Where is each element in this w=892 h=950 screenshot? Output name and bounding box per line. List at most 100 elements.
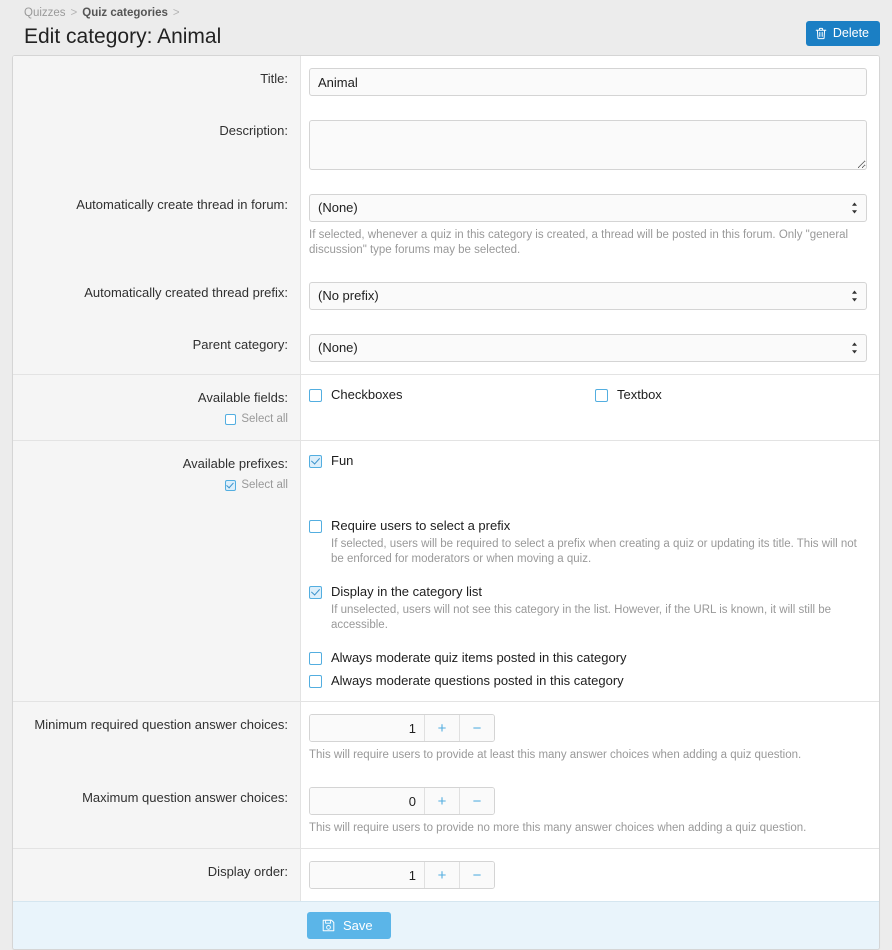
- option-require-prefix: Require users to select a prefix If sele…: [309, 518, 867, 567]
- option-display-in-list-label: Display in the category list: [331, 584, 482, 600]
- available-prefix-fun[interactable]: Fun: [309, 453, 867, 469]
- help-min-answer-choices: This will require users to provide at le…: [309, 748, 867, 763]
- field-description: [301, 108, 879, 182]
- row-max-answer-choices: Maximum question answer choices: + − Thi…: [13, 775, 879, 848]
- parent-category-select[interactable]: (None): [309, 334, 867, 362]
- field-parent-category: (None): [301, 322, 879, 374]
- row-category-options: Require users to select a prefix If sele…: [13, 506, 879, 701]
- available-prefixes-label-text: Available prefixes:: [27, 455, 288, 472]
- auto-thread-forum-select[interactable]: (None): [309, 194, 867, 222]
- label-parent-category: Parent category:: [13, 322, 301, 374]
- page-title: Edit category: Animal: [12, 24, 880, 50]
- display-order-input[interactable]: [310, 862, 424, 888]
- label-category-options: [13, 506, 301, 701]
- label-available-fields: Available fields: Select all: [13, 375, 301, 440]
- title-input[interactable]: [309, 68, 867, 96]
- option-moderate-questions-label: Always moderate questions posted in this…: [331, 673, 624, 689]
- display-order-stepper: + −: [309, 861, 495, 889]
- label-title: Title:: [13, 56, 301, 108]
- available-fields-label-text: Available fields:: [27, 389, 288, 406]
- available-prefixes-checkbox-group: Fun: [309, 453, 867, 469]
- min-answer-choices-input[interactable]: [310, 715, 424, 741]
- save-button-label: Save: [343, 919, 373, 932]
- max-answer-choices-stepper: + −: [309, 787, 495, 815]
- available-field-checkboxes[interactable]: Checkboxes: [309, 387, 595, 403]
- row-auto-thread-forum: Automatically create thread in forum: (N…: [13, 182, 879, 270]
- available-prefixes-select-all[interactable]: Select all: [27, 477, 288, 494]
- row-display-order: Display order: + −: [13, 848, 879, 901]
- page-header: Quizzes>Quiz categories> Edit category: …: [0, 0, 892, 55]
- field-min-answer-choices: + − This will require users to provide a…: [301, 702, 879, 775]
- max-answer-choices-increment[interactable]: +: [424, 788, 459, 814]
- help-require-prefix: If selected, users will be required to s…: [331, 537, 867, 567]
- option-moderate-questions[interactable]: Always moderate questions posted in this…: [309, 673, 867, 689]
- checkbox-available-field-0[interactable]: [309, 389, 322, 402]
- help-auto-thread-forum: If selected, whenever a quiz in this cat…: [309, 228, 867, 258]
- row-available-fields: Available fields: Select all Checkboxes …: [13, 374, 879, 440]
- label-min-answer-choices: Minimum required question answer choices…: [13, 702, 301, 775]
- available-prefixes-select-all-label: Select all: [241, 477, 288, 494]
- help-display-in-list: If unselected, users will not see this c…: [331, 603, 867, 633]
- min-answer-choices-decrement[interactable]: −: [459, 715, 494, 741]
- description-textarea[interactable]: [309, 120, 867, 170]
- breadcrumb-item-quiz-categories[interactable]: Quiz categories: [82, 7, 168, 19]
- form-body: Title: Description: Automatically create…: [13, 56, 879, 901]
- breadcrumb-separator-2: >: [173, 7, 180, 19]
- available-field-label-1: Textbox: [617, 387, 662, 403]
- available-fields-select-all-label: Select all: [241, 411, 288, 428]
- max-answer-choices-decrement[interactable]: −: [459, 788, 494, 814]
- row-available-prefixes: Available prefixes: Select all Fun: [13, 440, 879, 506]
- label-auto-thread-forum: Automatically create thread in forum:: [13, 182, 301, 270]
- label-max-answer-choices: Maximum question answer choices:: [13, 775, 301, 848]
- help-max-answer-choices: This will require users to provide no mo…: [309, 821, 867, 836]
- label-available-prefixes: Available prefixes: Select all: [13, 441, 301, 506]
- label-auto-thread-prefix: Automatically created thread prefix:: [13, 270, 301, 322]
- available-prefixes-select-all-checkbox[interactable]: [225, 480, 236, 491]
- option-moderate-quiz-items[interactable]: Always moderate quiz items posted in thi…: [309, 650, 867, 666]
- breadcrumb: Quizzes>Quiz categories>: [12, 6, 880, 20]
- save-disk-icon: [322, 919, 335, 932]
- row-description: Description:: [13, 108, 879, 182]
- display-order-decrement[interactable]: −: [459, 862, 494, 888]
- label-description: Description:: [13, 108, 301, 182]
- min-answer-choices-stepper: + −: [309, 714, 495, 742]
- form-footer: Save: [13, 901, 879, 949]
- available-field-label-0: Checkboxes: [331, 387, 403, 403]
- edit-category-form: Title: Description: Automatically create…: [12, 55, 880, 950]
- checkbox-moderate-quiz-items[interactable]: [309, 652, 322, 665]
- field-auto-thread-forum: (None) If selected, whenever a quiz in t…: [301, 182, 879, 270]
- available-prefix-label-0: Fun: [331, 453, 353, 469]
- available-field-textbox[interactable]: Textbox: [595, 387, 880, 403]
- auto-thread-prefix-select[interactable]: (No prefix): [309, 282, 867, 310]
- field-display-order: + −: [301, 849, 879, 901]
- row-auto-thread-prefix: Automatically created thread prefix: (No…: [13, 270, 879, 322]
- field-available-prefixes: Fun: [301, 441, 879, 506]
- checkbox-require-prefix[interactable]: [309, 520, 322, 533]
- max-answer-choices-input[interactable]: [310, 788, 424, 814]
- label-display-order: Display order:: [13, 849, 301, 901]
- delete-button-label: Delete: [833, 27, 869, 40]
- row-parent-category: Parent category: (None): [13, 322, 879, 374]
- available-fields-select-all[interactable]: Select all: [27, 411, 288, 428]
- breadcrumb-item-quizzes[interactable]: Quizzes: [24, 7, 66, 19]
- checkbox-available-field-1[interactable]: [595, 389, 608, 402]
- row-min-answer-choices: Minimum required question answer choices…: [13, 701, 879, 775]
- field-title: [301, 56, 879, 108]
- delete-button[interactable]: Delete: [806, 21, 880, 46]
- option-require-prefix-row[interactable]: Require users to select a prefix: [309, 518, 867, 534]
- save-button[interactable]: Save: [307, 912, 391, 939]
- checkbox-available-prefix-0[interactable]: [309, 455, 322, 468]
- field-available-fields: Checkboxes Textbox: [301, 375, 880, 440]
- min-answer-choices-increment[interactable]: +: [424, 715, 459, 741]
- checkbox-display-in-list[interactable]: [309, 586, 322, 599]
- checkbox-moderate-questions[interactable]: [309, 675, 322, 688]
- trash-icon: [815, 27, 827, 40]
- field-max-answer-choices: + − This will require users to provide n…: [301, 775, 879, 848]
- field-category-options: Require users to select a prefix If sele…: [301, 506, 879, 701]
- option-moderate-quiz-items-label: Always moderate quiz items posted in thi…: [331, 650, 627, 666]
- option-display-in-list: Display in the category list If unselect…: [309, 584, 867, 633]
- display-order-increment[interactable]: +: [424, 862, 459, 888]
- available-fields-select-all-checkbox[interactable]: [225, 414, 236, 425]
- option-display-in-list-row[interactable]: Display in the category list: [309, 584, 867, 600]
- option-require-prefix-label: Require users to select a prefix: [331, 518, 510, 534]
